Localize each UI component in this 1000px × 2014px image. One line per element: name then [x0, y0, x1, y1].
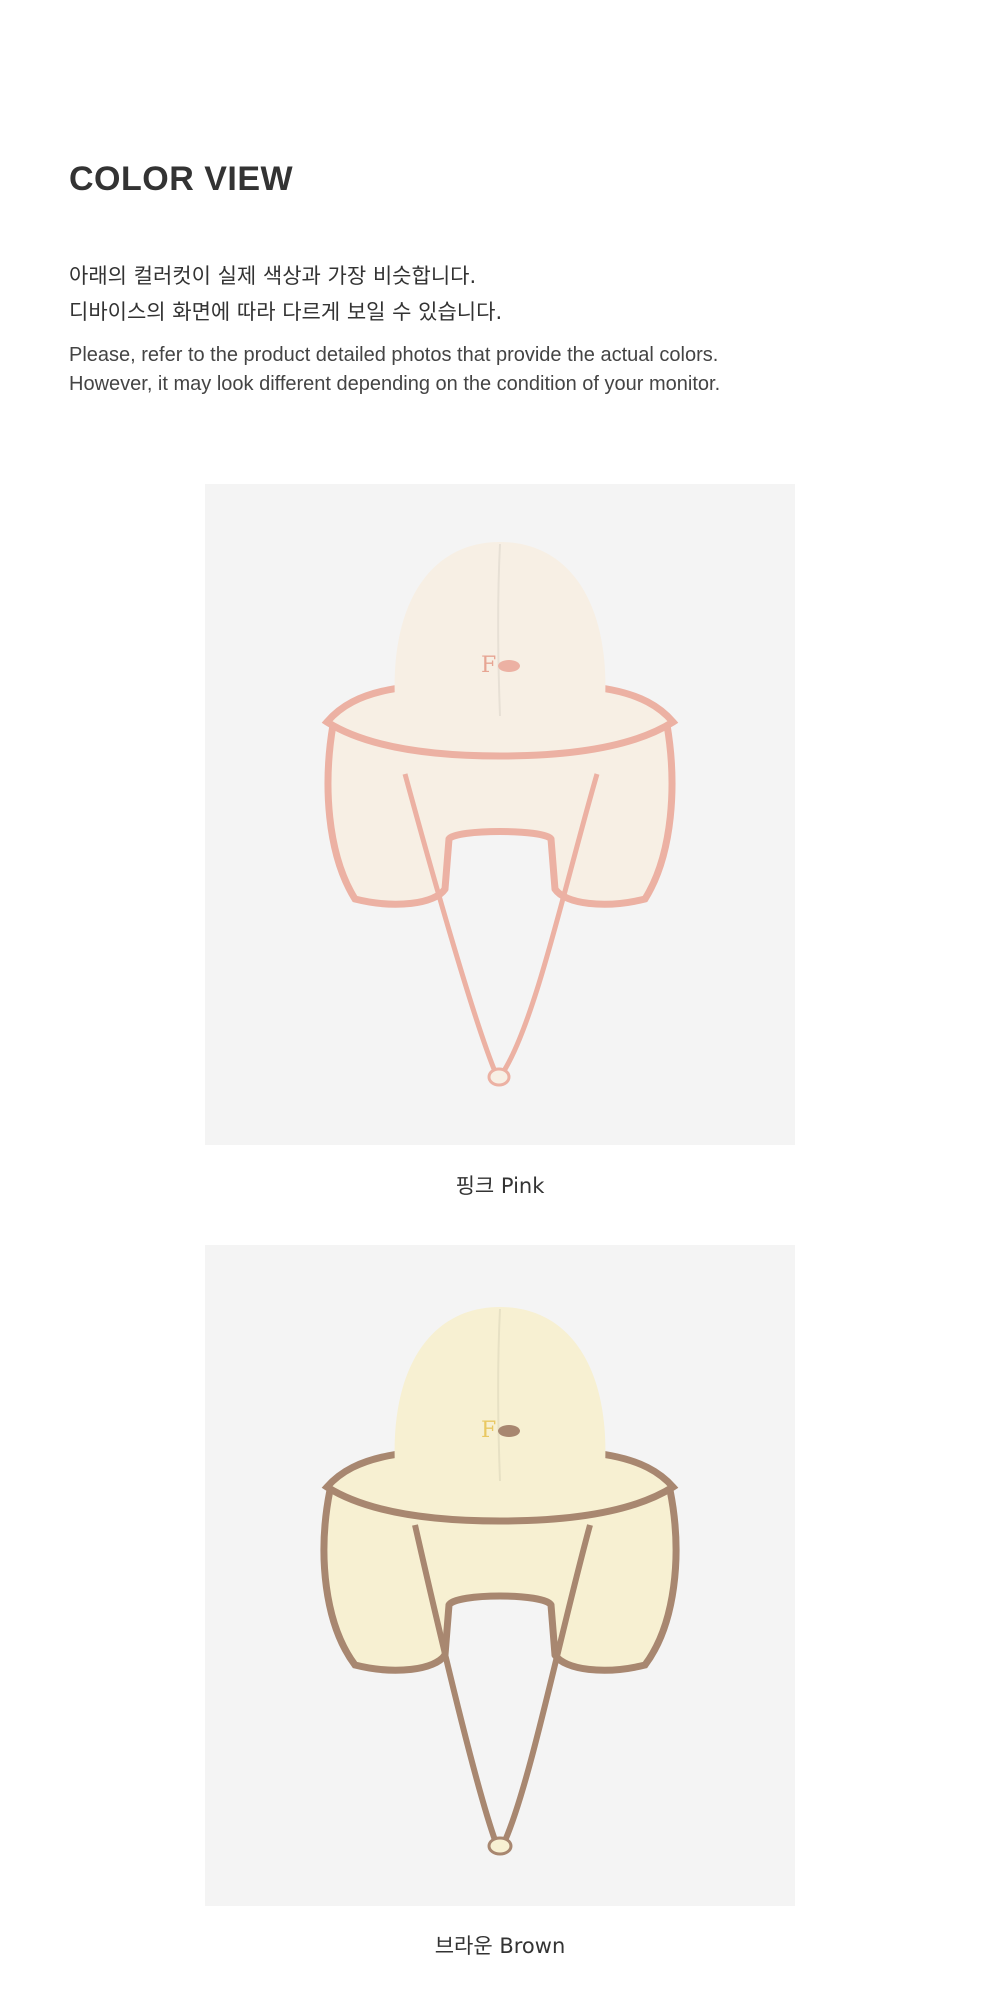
- section-title: COLOR VIEW: [69, 160, 294, 198]
- svg-text:F: F: [481, 653, 496, 678]
- notice-en-line-2: However, it may look different depending…: [69, 373, 721, 395]
- product-photo-pink: F: [205, 484, 795, 1145]
- pink-hat-image: F: [321, 542, 679, 1087]
- brown-hat-image: F: [320, 1307, 680, 1856]
- product-photo-brown: F: [205, 1245, 795, 1906]
- caption-brown: 브라운 Brown: [434, 1934, 566, 1958]
- notice-ko-line-2: 디바이스의 화면에 따라 다르게 보일 수 있습니다.: [69, 300, 503, 324]
- caption-pink: 핑크 Pink: [455, 1174, 545, 1198]
- notice-ko-line-1: 아래의 컬러컷이 실제 색상과 가장 비슷합니다.: [69, 264, 477, 288]
- notice-en-line-1: Please, refer to the product detailed ph…: [69, 344, 719, 366]
- svg-text:F: F: [481, 1418, 496, 1443]
